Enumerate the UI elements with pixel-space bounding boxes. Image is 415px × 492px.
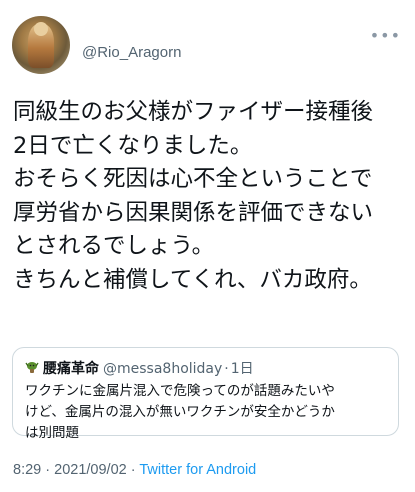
tweet-text-line: 厚労省から因果関係を評価できない — [13, 199, 374, 226]
footer-separator: · — [130, 462, 136, 478]
quoted-tweet-card[interactable]: 腰痛革命 @messa8holiday · 1日 ワクチンに金属片混入で危険ってのが話… — [12, 347, 399, 441]
quoted-separator: · — [224, 361, 229, 377]
tweet-text-line: とされるでしょう。 — [13, 233, 215, 259]
quoted-text-line: は別問題 — [25, 425, 79, 441]
tweet-source-link[interactable]: Twitter for Android — [139, 462, 256, 478]
quoted-author-name[interactable]: 腰痛革命 — [43, 361, 99, 377]
leaf-character-icon — [25, 362, 39, 373]
author-handle[interactable]: @Rio_Aragorn — [82, 44, 181, 61]
tweet-text-line: おそらく死因は心不全ということで — [13, 166, 373, 192]
quoted-tweet-header: 腰痛革命 @messa8holiday · 1日 — [25, 358, 254, 378]
tweet-text-line: 2日で亡くなりました。 — [13, 132, 253, 159]
tweet-text-line: きちんと補償してくれ、バカ政府。 — [13, 266, 372, 293]
tweet-time: 8:29 — [13, 462, 42, 478]
footer-separator: · — [45, 462, 51, 478]
tweet: @Rio_Aragorn ••• 同級生のお父様がファイザー接種後 2日で亡くな… — [0, 0, 415, 492]
quoted-text-line: ワクチンに金属片混入で危険ってのが話題みたいや — [25, 383, 335, 399]
more-icon[interactable]: ••• — [370, 26, 401, 45]
avatar-head — [34, 22, 48, 36]
quoted-author-handle[interactable]: @messa8holiday — [103, 361, 222, 377]
avatar[interactable] — [12, 16, 70, 74]
tweet-footer: 8:29 · 2021/09/02 · Twitter for Android — [13, 462, 256, 478]
quoted-text-line: けど、金属片の混入が無いワクチンが安全かどうか — [25, 404, 335, 420]
tweet-date: 2021/09/02 — [54, 462, 127, 478]
quoted-time: 1日 — [230, 361, 254, 377]
tweet-text: 同級生のお父様がファイザー接種後 2日で亡くなりました。 おそらく死因は心不全と… — [13, 96, 405, 297]
tweet-text-line: 同級生のお父様がファイザー接種後 — [13, 99, 374, 125]
quoted-tweet-text: ワクチンに金属片混入で危険ってのが話題みたいや けど、金属片の混入が無いワクチン… — [25, 381, 390, 444]
